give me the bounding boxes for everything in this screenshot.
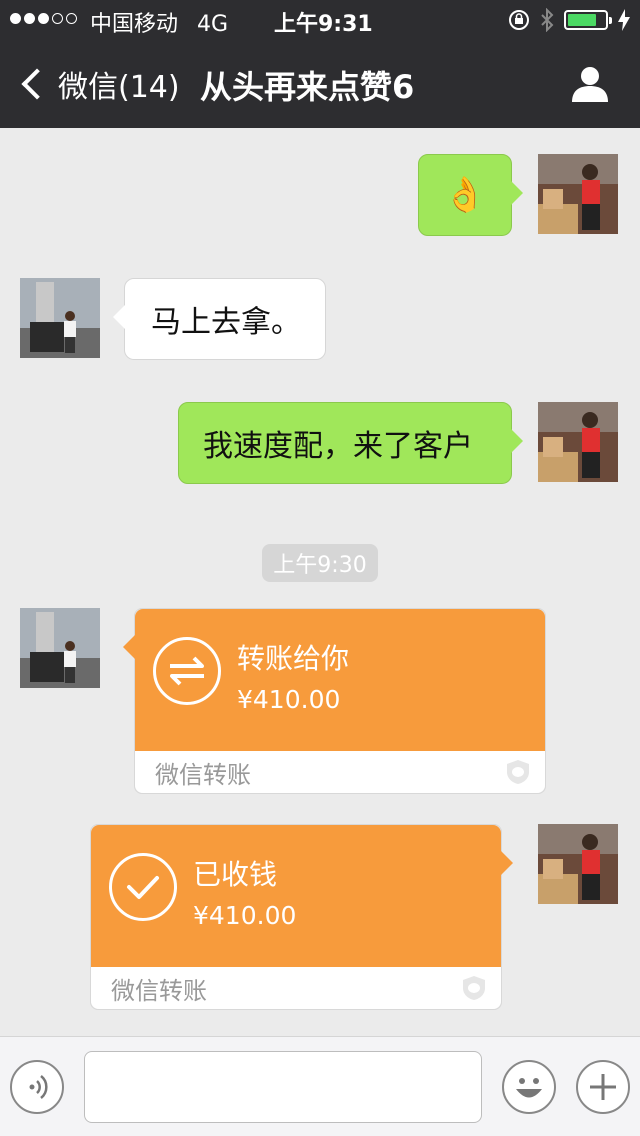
transfer-footer: 微信转账 [155,760,251,789]
wechat-pay-shield-icon [507,760,529,784]
header-bar: 中国移动 4G 上午9:31 微信(14) 从头再来点赞6 [0,0,640,128]
message-text: 👌 [443,175,487,215]
avatar-contact[interactable] [20,608,100,688]
emoji-button[interactable] [502,1060,556,1114]
message-text: 我速度配，来了客户 [203,429,473,464]
transfer-title: 已收钱 [193,858,278,891]
avatar-contact[interactable] [20,278,100,358]
transfer-title: 转账给你 [237,642,350,675]
timestamp-label: 上午9:30 [262,544,378,582]
voice-button[interactable] [10,1060,64,1114]
transfer-footer: 微信转账 [111,976,207,1005]
message-bubble-sent[interactable]: 我速度配，来了客户 [178,402,523,484]
avatar-self[interactable] [538,154,618,234]
wechat-pay-shield-icon [463,976,485,1000]
charging-icon [618,9,630,31]
rotation-lock-icon [509,10,529,30]
voice-icon [29,1075,48,1099]
input-bar [0,1036,640,1136]
battery-icon [564,10,612,30]
transfer-card-sent[interactable]: 已收钱 ¥410.00 微信转账 [90,824,513,1010]
message-text: 马上去拿。 [151,305,301,340]
back-label: 微信(14) [58,70,180,105]
status-bar: 中国移动 4G 上午9:31 [0,0,640,40]
message-input[interactable] [84,1051,482,1123]
back-button[interactable]: 微信(14) [20,62,180,106]
checkmark-icon [109,853,177,921]
network-label: 4G [197,12,229,37]
signal-strength-icon [10,8,77,24]
person-icon[interactable] [570,64,610,104]
avatar-self[interactable] [538,402,618,482]
transfer-card-received[interactable]: 转账给你 ¥410.00 微信转账 [123,608,546,794]
chat-title: 从头再来点赞6 [200,68,415,106]
status-right-icons [508,8,630,32]
status-time: 上午9:31 [274,12,373,37]
transfer-arrows-icon [153,637,221,705]
message-bubble-sent[interactable]: 👌 [418,154,523,236]
transfer-amount: ¥410.00 [193,901,297,930]
avatar-self[interactable] [538,824,618,904]
chevron-left-icon [21,68,53,100]
add-button[interactable] [576,1060,630,1114]
plus-icon [590,1074,616,1100]
bluetooth-icon [541,8,554,32]
carrier-label: 中国移动 [90,12,179,37]
emoji-icon [516,1078,542,1098]
message-bubble-received[interactable]: 马上去拿。 [113,278,326,360]
transfer-amount: ¥410.00 [237,685,341,714]
